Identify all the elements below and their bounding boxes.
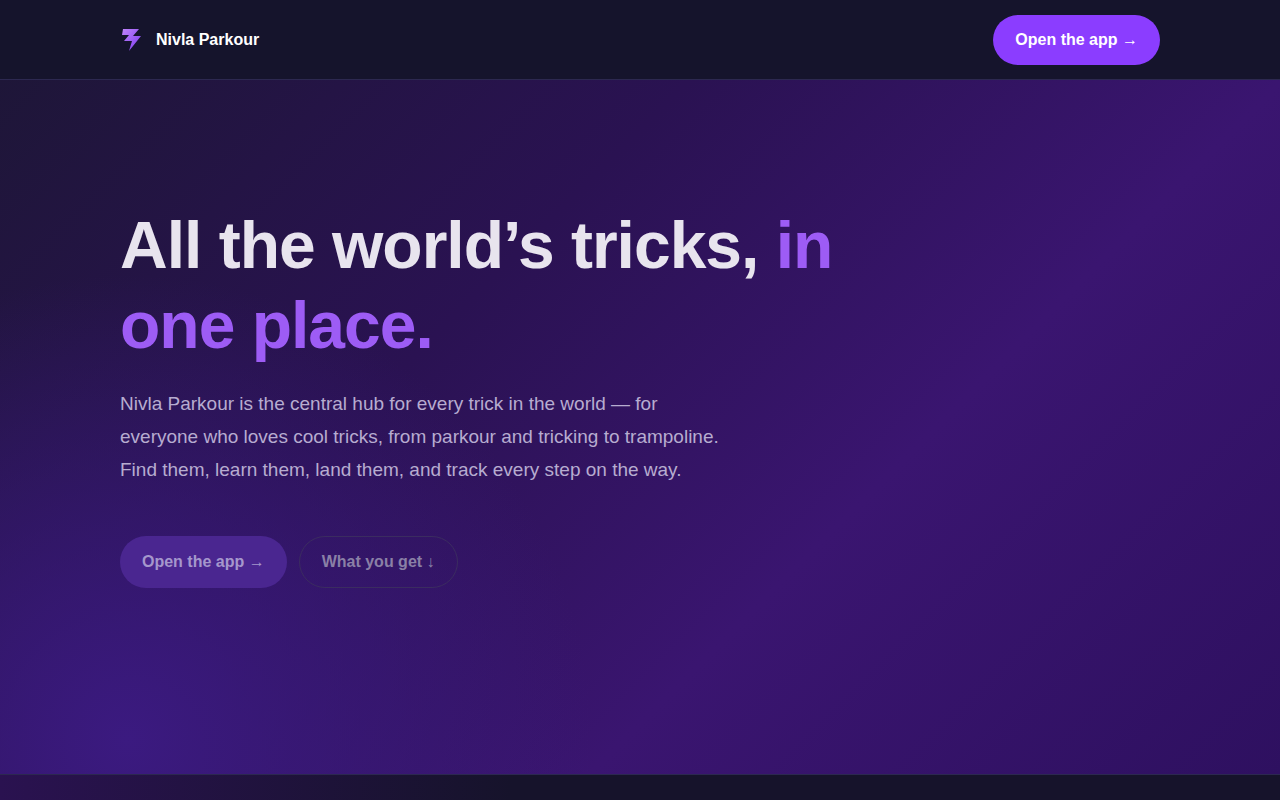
what-you-get-button[interactable]: What you get ↓ — [299, 536, 458, 588]
brand[interactable]: Nivla Parkour — [120, 26, 259, 54]
top-bar: Nivla Parkour Open the app → — [0, 0, 1280, 80]
brand-name: Nivla Parkour — [156, 28, 259, 52]
hero-actions: Open the app →What you get ↓ — [120, 536, 1160, 588]
open-app-button[interactable]: Open the app → — [120, 536, 287, 588]
bolt-logo-icon — [120, 26, 148, 54]
next-section — [0, 774, 1280, 800]
hero: All the world’s tricks, in one place. Niv… — [0, 80, 1280, 774]
hero-heading-accent: in one place. — [120, 208, 832, 362]
hero-heading: All the world’s tricks, in one place. — [120, 205, 920, 365]
open-app-button[interactable]: Open the app → — [993, 15, 1160, 65]
hero-description: Nivla Parkour is the central hub for eve… — [120, 387, 720, 486]
landing-page: Nivla ParkourOpen the app →All the world… — [0, 0, 1280, 800]
